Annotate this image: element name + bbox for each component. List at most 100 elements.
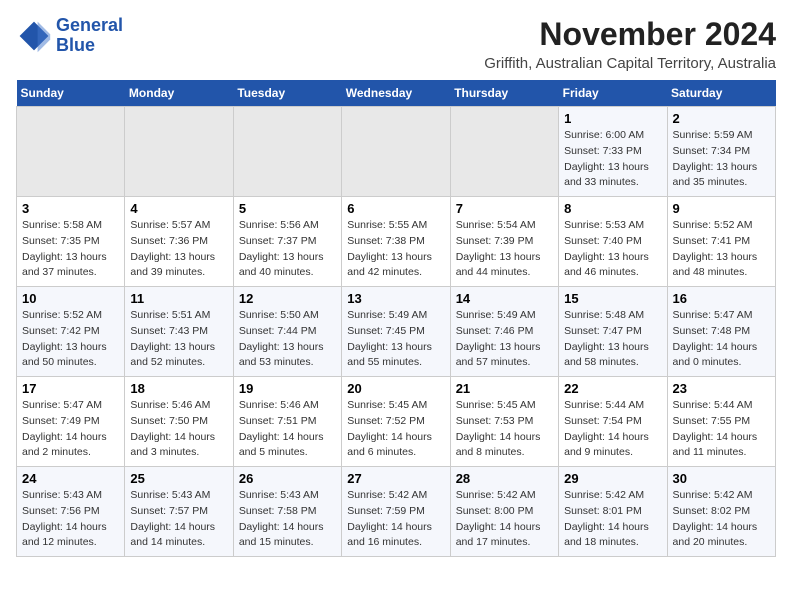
day-number: 22 <box>564 381 661 396</box>
header-row: SundayMondayTuesdayWednesdayThursdayFrid… <box>17 80 776 107</box>
day-number: 25 <box>130 471 227 486</box>
calendar-table: SundayMondayTuesdayWednesdayThursdayFrid… <box>16 80 776 557</box>
day-info: Sunrise: 5:42 AM Sunset: 8:00 PM Dayligh… <box>456 488 553 551</box>
logo-icon <box>16 18 52 54</box>
day-cell: 29 Sunrise: 5:42 AM Sunset: 8:01 PM Dayli… <box>559 467 667 557</box>
day-info: Sunrise: 5:46 AM Sunset: 7:50 PM Dayligh… <box>130 398 227 461</box>
day-info: Sunrise: 5:54 AM Sunset: 7:39 PM Dayligh… <box>456 218 553 281</box>
day-number: 19 <box>239 381 336 396</box>
day-cell: 1 Sunrise: 6:00 AM Sunset: 7:33 PM Daylig… <box>559 107 667 197</box>
week-row-3: 10Sunrise: 5:52 AM Sunset: 7:42 PM Dayli… <box>17 287 776 377</box>
day-info: Sunrise: 5:57 AM Sunset: 7:36 PM Dayligh… <box>130 218 227 281</box>
day-cell: 19 Sunrise: 5:46 AM Sunset: 7:51 PM Dayli… <box>233 377 341 467</box>
week-row-2: 3Sunrise: 5:58 AM Sunset: 7:35 PM Daylig… <box>17 197 776 287</box>
day-number: 17 <box>22 381 119 396</box>
day-cell: 16Sunrise: 5:47 AM Sunset: 7:48 PM Dayli… <box>667 287 775 377</box>
day-number: 7 <box>456 201 553 216</box>
day-info: Sunrise: 5:51 AM Sunset: 7:43 PM Dayligh… <box>130 308 227 371</box>
day-number: 18 <box>130 381 227 396</box>
logo: General Blue <box>16 16 123 56</box>
day-number: 27 <box>347 471 444 486</box>
day-cell: 3Sunrise: 5:58 AM Sunset: 7:35 PM Daylig… <box>17 197 125 287</box>
day-cell: 17 Sunrise: 5:47 AM Sunset: 7:49 PM Dayli… <box>17 377 125 467</box>
header-monday: Monday <box>125 80 233 107</box>
day-cell: 6 Sunrise: 5:55 AM Sunset: 7:38 PM Daylig… <box>342 197 450 287</box>
day-cell <box>450 107 558 197</box>
day-cell: 27 Sunrise: 5:42 AM Sunset: 7:59 PM Dayli… <box>342 467 450 557</box>
day-number: 23 <box>673 381 770 396</box>
day-cell: 22 Sunrise: 5:44 AM Sunset: 7:54 PM Dayli… <box>559 377 667 467</box>
day-number: 4 <box>130 201 227 216</box>
day-info: Sunrise: 5:43 AM Sunset: 7:56 PM Dayligh… <box>22 488 119 551</box>
day-info: Sunrise: 5:47 AM Sunset: 7:49 PM Dayligh… <box>22 398 119 461</box>
header-thursday: Thursday <box>450 80 558 107</box>
week-row-4: 17 Sunrise: 5:47 AM Sunset: 7:49 PM Dayli… <box>17 377 776 467</box>
day-info: Sunrise: 5:42 AM Sunset: 8:01 PM Dayligh… <box>564 488 661 551</box>
day-cell: 30Sunrise: 5:42 AM Sunset: 8:02 PM Dayli… <box>667 467 775 557</box>
day-cell: 24 Sunrise: 5:43 AM Sunset: 7:56 PM Dayli… <box>17 467 125 557</box>
day-number: 30 <box>673 471 770 486</box>
day-cell: 18 Sunrise: 5:46 AM Sunset: 7:50 PM Dayli… <box>125 377 233 467</box>
day-cell: 14Sunrise: 5:49 AM Sunset: 7:46 PM Dayli… <box>450 287 558 377</box>
day-number: 15 <box>564 291 661 306</box>
day-info: Sunrise: 5:50 AM Sunset: 7:44 PM Dayligh… <box>239 308 336 371</box>
day-cell <box>17 107 125 197</box>
day-cell: 11Sunrise: 5:51 AM Sunset: 7:43 PM Dayli… <box>125 287 233 377</box>
day-number: 29 <box>564 471 661 486</box>
day-cell <box>342 107 450 197</box>
calendar-header: SundayMondayTuesdayWednesdayThursdayFrid… <box>17 80 776 107</box>
location: Griffith, Australian Capital Territory, … <box>484 55 776 72</box>
week-row-1: 1 Sunrise: 6:00 AM Sunset: 7:33 PM Daylig… <box>17 107 776 197</box>
day-info: Sunrise: 5:43 AM Sunset: 7:57 PM Dayligh… <box>130 488 227 551</box>
day-info: Sunrise: 6:00 AM Sunset: 7:33 PM Dayligh… <box>564 128 661 191</box>
day-info: Sunrise: 5:43 AM Sunset: 7:58 PM Dayligh… <box>239 488 336 551</box>
day-info: Sunrise: 5:42 AM Sunset: 7:59 PM Dayligh… <box>347 488 444 551</box>
day-cell: 8Sunrise: 5:53 AM Sunset: 7:40 PM Daylig… <box>559 197 667 287</box>
day-info: Sunrise: 5:48 AM Sunset: 7:47 PM Dayligh… <box>564 308 661 371</box>
day-cell: 13 Sunrise: 5:49 AM Sunset: 7:45 PM Dayli… <box>342 287 450 377</box>
calendar-body: 1 Sunrise: 6:00 AM Sunset: 7:33 PM Daylig… <box>17 107 776 557</box>
day-info: Sunrise: 5:59 AM Sunset: 7:34 PM Dayligh… <box>673 128 770 191</box>
day-info: Sunrise: 5:49 AM Sunset: 7:46 PM Dayligh… <box>456 308 553 371</box>
day-info: Sunrise: 5:52 AM Sunset: 7:41 PM Dayligh… <box>673 218 770 281</box>
logo-text: General Blue <box>56 16 123 56</box>
day-number: 26 <box>239 471 336 486</box>
header-sunday: Sunday <box>17 80 125 107</box>
day-number: 3 <box>22 201 119 216</box>
day-info: Sunrise: 5:45 AM Sunset: 7:52 PM Dayligh… <box>347 398 444 461</box>
day-number: 1 <box>564 111 661 126</box>
header-friday: Friday <box>559 80 667 107</box>
day-cell: 10Sunrise: 5:52 AM Sunset: 7:42 PM Dayli… <box>17 287 125 377</box>
day-info: Sunrise: 5:53 AM Sunset: 7:40 PM Dayligh… <box>564 218 661 281</box>
day-cell: 12 Sunrise: 5:50 AM Sunset: 7:44 PM Dayli… <box>233 287 341 377</box>
day-cell <box>233 107 341 197</box>
day-cell: 20 Sunrise: 5:45 AM Sunset: 7:52 PM Dayli… <box>342 377 450 467</box>
header-tuesday: Tuesday <box>233 80 341 107</box>
day-number: 13 <box>347 291 444 306</box>
header-saturday: Saturday <box>667 80 775 107</box>
day-cell: 5 Sunrise: 5:56 AM Sunset: 7:37 PM Daylig… <box>233 197 341 287</box>
day-number: 9 <box>673 201 770 216</box>
day-info: Sunrise: 5:47 AM Sunset: 7:48 PM Dayligh… <box>673 308 770 371</box>
day-info: Sunrise: 5:55 AM Sunset: 7:38 PM Dayligh… <box>347 218 444 281</box>
day-info: Sunrise: 5:56 AM Sunset: 7:37 PM Dayligh… <box>239 218 336 281</box>
day-number: 20 <box>347 381 444 396</box>
day-cell: 7 Sunrise: 5:54 AM Sunset: 7:39 PM Daylig… <box>450 197 558 287</box>
title-block: November 2024 Griffith, Australian Capit… <box>484 16 776 72</box>
day-info: Sunrise: 5:49 AM Sunset: 7:45 PM Dayligh… <box>347 308 444 371</box>
day-cell: 9 Sunrise: 5:52 AM Sunset: 7:41 PM Daylig… <box>667 197 775 287</box>
page-header: General Blue November 2024 Griffith, Aus… <box>16 16 776 72</box>
day-info: Sunrise: 5:46 AM Sunset: 7:51 PM Dayligh… <box>239 398 336 461</box>
day-cell <box>125 107 233 197</box>
day-info: Sunrise: 5:44 AM Sunset: 7:55 PM Dayligh… <box>673 398 770 461</box>
day-cell: 23 Sunrise: 5:44 AM Sunset: 7:55 PM Dayli… <box>667 377 775 467</box>
week-row-5: 24 Sunrise: 5:43 AM Sunset: 7:56 PM Dayli… <box>17 467 776 557</box>
day-number: 5 <box>239 201 336 216</box>
day-number: 10 <box>22 291 119 306</box>
day-number: 24 <box>22 471 119 486</box>
day-info: Sunrise: 5:44 AM Sunset: 7:54 PM Dayligh… <box>564 398 661 461</box>
header-wednesday: Wednesday <box>342 80 450 107</box>
day-number: 6 <box>347 201 444 216</box>
day-cell: 28Sunrise: 5:42 AM Sunset: 8:00 PM Dayli… <box>450 467 558 557</box>
day-number: 12 <box>239 291 336 306</box>
